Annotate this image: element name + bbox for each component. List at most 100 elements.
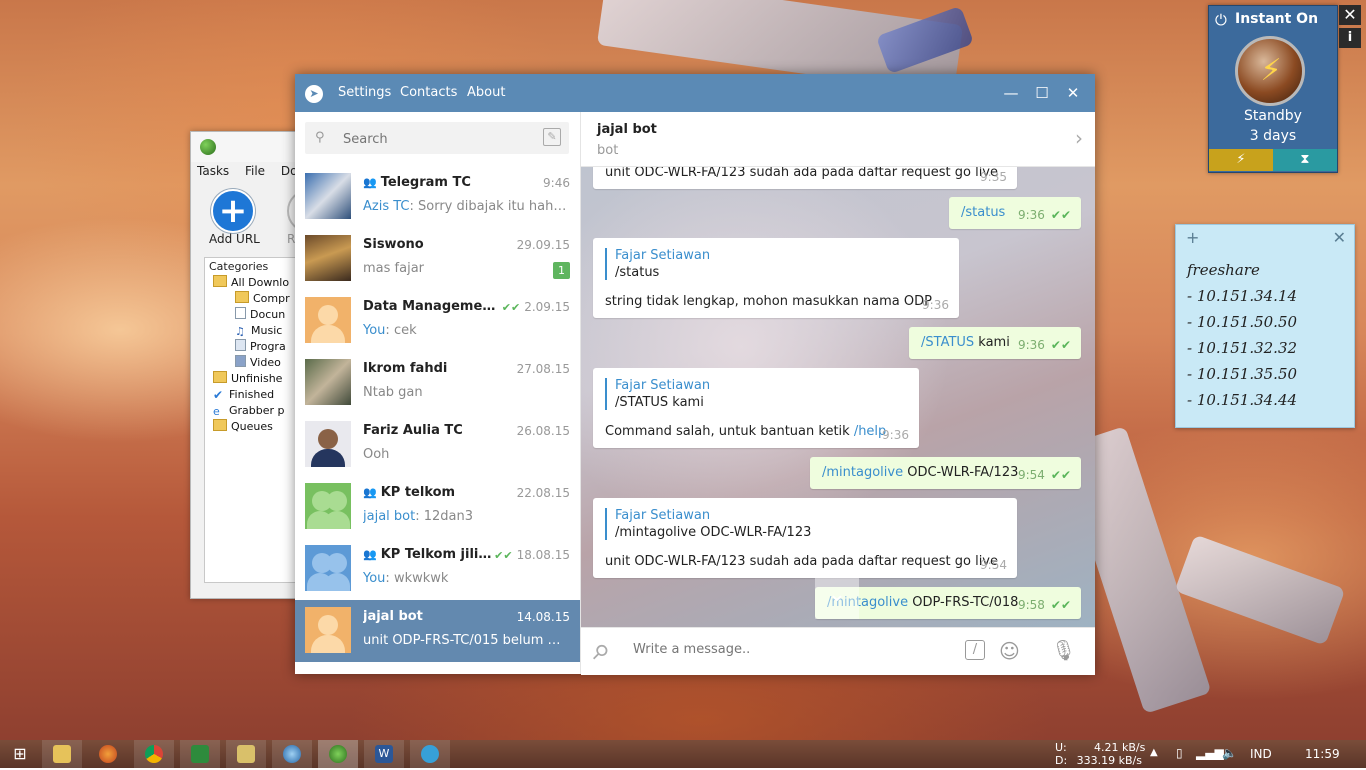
taskbar-telegram[interactable] [410,740,450,768]
chat-item-ikrom-fahdi[interactable]: Ikrom fahdi 27.08.15 Ntab gan [295,352,580,414]
new-message-icon[interactable]: ✎ [543,128,561,146]
close-button[interactable]: ✕ [1062,82,1084,104]
sticky-note[interactable]: + ✕ freeshare - 10.151.34.14 - 10.151.50… [1175,224,1355,428]
tree-item-music[interactable]: ♫ Music [205,323,301,339]
message-text-rest: ODP-FRS-TC/018 [908,595,1019,610]
note-line: - 10.151.32.32 [1187,339,1298,357]
chat-preview: You: wkwkwk [363,571,449,586]
show-hidden-icons[interactable]: ▲ [1150,747,1158,758]
reply-quote[interactable]: Fajar Setiawan /status [605,248,710,280]
reply-quote[interactable]: Fajar Setiawan /STATUS kami [605,378,710,410]
taskbar-spreadsheet[interactable] [180,740,220,768]
message-input[interactable] [631,641,935,658]
idm-toolbar: + Add URL Re [197,186,331,248]
avatar [305,607,351,653]
tree-item-unfinished[interactable]: Unfinishe [205,371,301,387]
chat-item-kp-telkom[interactable]: 👥 KP telkom 22.08.15 jajal bot: 12dan3 [295,476,580,538]
idm-titlebar[interactable] [191,132,311,162]
read-ticks-icon: ✔✔ [1050,208,1071,222]
message-outgoing: /status 9:36 ✔✔ [949,197,1081,229]
chat-name-text: KP Telkom jilid 2 [380,547,498,562]
tree-item-finished[interactable]: ✔ Finished [205,387,301,403]
tree-item-all-downloads[interactable]: All Downlo [205,275,301,291]
message-command[interactable]: /status [961,205,1005,220]
clock[interactable]: 11:59 [1305,747,1340,761]
conversation-pane: jajal bot bot › unit ODC-WLR-FA/123 suda… [581,112,1095,675]
chevron-right-icon[interactable]: › [1075,126,1083,150]
chat-item-jajal-bot[interactable]: jajal bot 14.08.15 unit ODP-FRS-TC/015 b… [295,600,580,662]
telegram-window[interactable]: ➤ Settings Contacts About — ☐ ✕ ⚲ ✎ 👥Tel… [295,74,1095,675]
chat-preview: Ntab gan [363,385,423,400]
taskbar-idm[interactable] [318,740,358,768]
message-time-text: 9:58 [1017,598,1045,612]
chat-item-fariz-aulia[interactable]: Fariz Aulia TC 26.08.15 Ooh [295,414,580,476]
tree-item-video[interactable]: Video [205,355,301,371]
taskbar-chrome[interactable] [134,740,174,768]
message-command[interactable]: /mintagolive [822,465,903,480]
taskbar-firefox[interactable] [88,740,128,768]
battery-icon[interactable]: ▯ [1176,746,1183,760]
idm-window[interactable]: Tasks File Do + Add URL Re Categories Al… [190,131,331,599]
idm-menubar: Tasks File Do [197,164,305,182]
gadget-info-button[interactable]: i [1339,28,1361,48]
chat-date: 27.08.15 [516,362,570,376]
microphone-icon[interactable]: 🎙 [1051,638,1076,662]
video-icon [235,355,246,367]
menu-contacts[interactable]: Contacts [400,85,457,100]
chat-item-data-management[interactable]: Data Management S... ✔✔2.09.15 You: cek [295,290,580,352]
chat-date: ✔✔ 18.08.15 [494,548,570,562]
tree-label: Compr [253,292,290,305]
chat-item-siswono[interactable]: Siswono 29.09.15 mas fajar 1 [295,228,580,290]
bot-command-icon[interactable]: / [965,640,985,660]
lightning-icon[interactable]: ⚡ [1209,149,1273,171]
taskbar-explorer-folder[interactable] [226,740,266,768]
menu-settings[interactable]: Settings [338,85,391,100]
instant-on-widget[interactable]: ⏻ Instant On ⚡ Standby 3 days ⚡ ⧗ [1208,5,1338,173]
tree-item-documents[interactable]: Docun [205,307,301,323]
idm-menu-file[interactable]: File [245,164,265,178]
avatar [305,235,351,281]
volume-icon[interactable]: 🔈 [1222,746,1237,760]
message-history[interactable]: unit ODC-WLR-FA/123 sudah ada pada dafta… [581,167,1095,627]
message-command[interactable]: /STATUS [921,335,974,350]
reply-quote[interactable]: Fajar Setiawan /mintagolive ODC-WLR-FA/1… [605,508,811,540]
folder-icon [237,744,255,763]
chat-name: 👥 KP Telkom jilid 2 [363,547,498,562]
menu-about[interactable]: About [467,85,505,100]
chat-item-kp-telkom-jilid-2[interactable]: 👥 KP Telkom jilid 2 ✔✔ 18.08.15 You: wkwkw… [295,538,580,600]
message-text: unit ODC-WLR-FA/123 sudah ada pada dafta… [605,554,998,569]
taskbar-globe[interactable] [272,740,312,768]
taskbar-word[interactable]: W [364,740,404,768]
scroll-down-button[interactable]: ⌄ [815,575,859,619]
tree-item-compressed[interactable]: Compr [205,291,301,307]
signal-icon[interactable]: ▂▄▆ [1196,746,1224,760]
emoji-icon[interactable]: ☺ [999,639,1020,663]
categories-heading: Categories [209,260,269,273]
power-icon[interactable]: ⏻ [1215,11,1227,29]
gadget-close-button[interactable]: ✕ [1339,5,1361,25]
read-ticks-icon: ✔✔ [501,301,521,314]
close-note-icon[interactable]: ✕ [1333,228,1346,247]
start-button[interactable]: ⊞ [0,740,40,768]
avatar-head [318,429,338,449]
chat-name: Ikrom fahdi [363,361,448,376]
language-indicator[interactable]: IND [1250,747,1272,761]
minimize-button[interactable]: — [1000,82,1022,104]
add-note-icon[interactable]: + [1186,228,1199,247]
tree-item-queues[interactable]: Queues [205,419,301,435]
chat-item-telegram-tc[interactable]: 👥 Telegram TC 9:46 Azis TC: Sorry dibajak… [295,166,580,228]
tree-item-programs[interactable]: Progra [205,339,301,355]
hourglass-icon[interactable]: ⧗ [1273,149,1337,171]
idm-categories-panel: Categories All Downlo Compr Docun ♫ Music… [204,257,302,583]
conversation-header[interactable]: jajal bot bot › [581,112,1095,167]
maximize-button[interactable]: ☐ [1031,82,1053,104]
standby-orb[interactable]: ⚡ [1235,36,1305,106]
search-input[interactable] [341,128,535,150]
idm-menu-tasks[interactable]: Tasks [197,164,229,178]
telegram-titlebar[interactable]: ➤ Settings Contacts About — ☐ ✕ [295,74,1095,112]
chat-preview-text: cek [393,323,417,338]
taskbar-file-explorer[interactable] [42,740,82,768]
attach-icon[interactable]: ⚲ [587,638,614,665]
chat-sender: You [363,323,386,338]
tree-item-grabber[interactable]: e Grabber p [205,403,301,419]
